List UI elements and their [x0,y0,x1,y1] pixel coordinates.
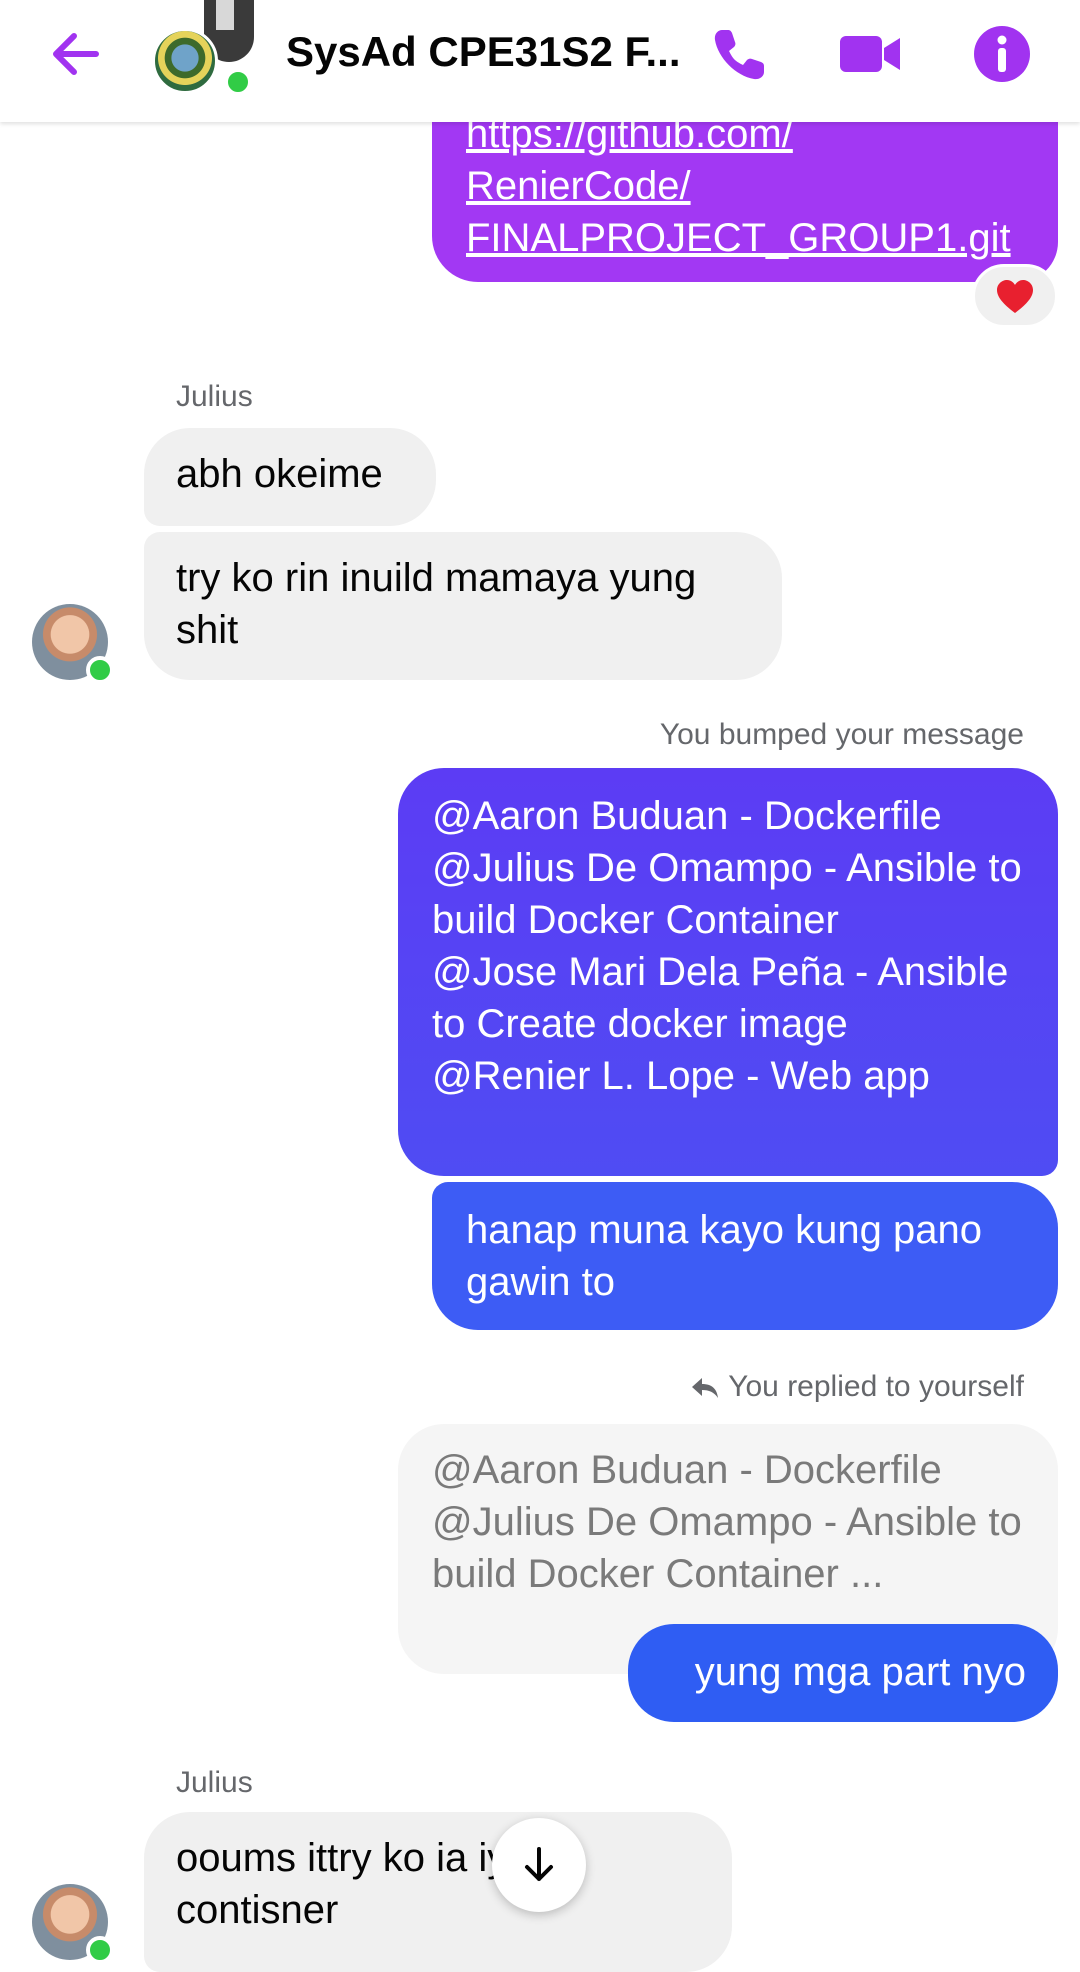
arrow-left-icon [53,33,99,75]
arrow-down-icon [525,1847,553,1881]
sender-avatar[interactable] [32,1884,114,1964]
info-icon [974,26,1030,82]
call-button[interactable] [706,20,774,88]
sender-name: Julius [176,1766,253,1799]
replied-label: You replied to yourself [728,1370,1024,1403]
group-avatar[interactable] [148,0,258,100]
sender-avatar[interactable] [32,604,114,684]
online-indicator [86,656,114,684]
chat-header: SysAd CPE31S2 F... [0,0,1080,122]
message-reaction[interactable] [972,264,1058,328]
incoming-message[interactable]: try ko rin inuild mamaya yung shit [144,532,782,680]
incoming-message[interactable]: ooums ittry ko ia iya sa contisner [144,1812,732,1972]
video-camera-icon [840,36,900,72]
sender-name: Julius [176,380,253,413]
outgoing-reply-message[interactable]: yung mga part nyo [628,1624,1058,1722]
outgoing-message[interactable]: hanap muna kayo kung pano gawin to [432,1182,1058,1330]
info-button[interactable] [968,20,1036,88]
thread-title[interactable]: SysAd CPE31S2 F... [286,24,686,80]
online-indicator [86,1936,114,1964]
bumped-label: You bumped your message [659,718,1024,751]
incoming-message[interactable]: abh okeime [144,428,436,526]
back-button[interactable] [44,22,108,86]
replied-label-row: You replied to yourself [560,1370,1024,1404]
heart-icon [997,280,1033,313]
group-avatar-photo-front [152,28,218,94]
video-call-button[interactable] [836,20,904,88]
outgoing-message[interactable]: @Aaron Buduan - Dockerfile @Julius De Om… [398,768,1058,1176]
reply-arrow-icon [692,1378,719,1399]
online-indicator [224,68,252,96]
phone-icon [714,30,764,80]
scroll-to-bottom-button[interactable] [492,1818,586,1912]
